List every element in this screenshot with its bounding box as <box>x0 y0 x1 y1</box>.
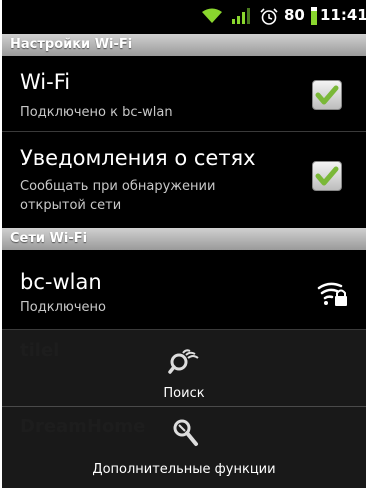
wifi-toggle-subtitle: Подключено к bc-wlan <box>20 105 173 120</box>
secured-wifi-icon <box>317 279 349 311</box>
wifi-signal-icon <box>202 8 222 28</box>
menu-divider <box>2 406 366 407</box>
network-notifications-row[interactable]: Уведомления о сетях Сообщать при обнаруж… <box>2 132 366 228</box>
wrench-settings-icon <box>172 418 200 452</box>
status-bar: 80 11:41 <box>2 0 366 32</box>
network-status: Подключено <box>20 300 106 315</box>
search-icon <box>168 344 200 378</box>
checkmark-icon <box>315 166 339 186</box>
battery-percent: 80 <box>284 6 305 24</box>
search-label: Поиск <box>163 386 205 401</box>
wifi-toggle-row[interactable]: Wi-Fi Подключено к bc-wlan <box>2 56 366 130</box>
network-notifications-title: Уведомления о сетях <box>20 146 256 170</box>
notifications-checkbox[interactable] <box>312 161 342 191</box>
section-header-networks: Сети Wi-Fi <box>2 228 366 250</box>
section-header-wifi-settings: Настройки Wi-Fi <box>2 34 366 56</box>
status-time: 11:41 <box>320 6 366 24</box>
settings-screen: 80 11:41 Настройки Wi-Fi Wi-Fi Подключен… <box>2 0 366 488</box>
wifi-toggle-title: Wi-Fi <box>20 70 71 94</box>
network-name: bc-wlan <box>20 270 102 294</box>
network-item-bc-wlan[interactable]: bc-wlan Подключено <box>2 250 366 328</box>
network-notifications-subtitle-2: открытой сети <box>20 198 122 213</box>
network-notifications-subtitle-1: Сообщать при обнаружении <box>20 179 216 194</box>
menu-item-search[interactable]: Поиск <box>2 336 366 406</box>
menu-item-advanced[interactable]: Дополнительные функции <box>2 410 366 488</box>
cell-signal-icon <box>232 8 250 28</box>
wifi-checkbox[interactable] <box>312 80 342 110</box>
advanced-label: Дополнительные функции <box>92 462 276 477</box>
battery-icon <box>311 7 317 29</box>
checkmark-icon <box>315 85 339 105</box>
alarm-clock-icon <box>260 8 278 29</box>
